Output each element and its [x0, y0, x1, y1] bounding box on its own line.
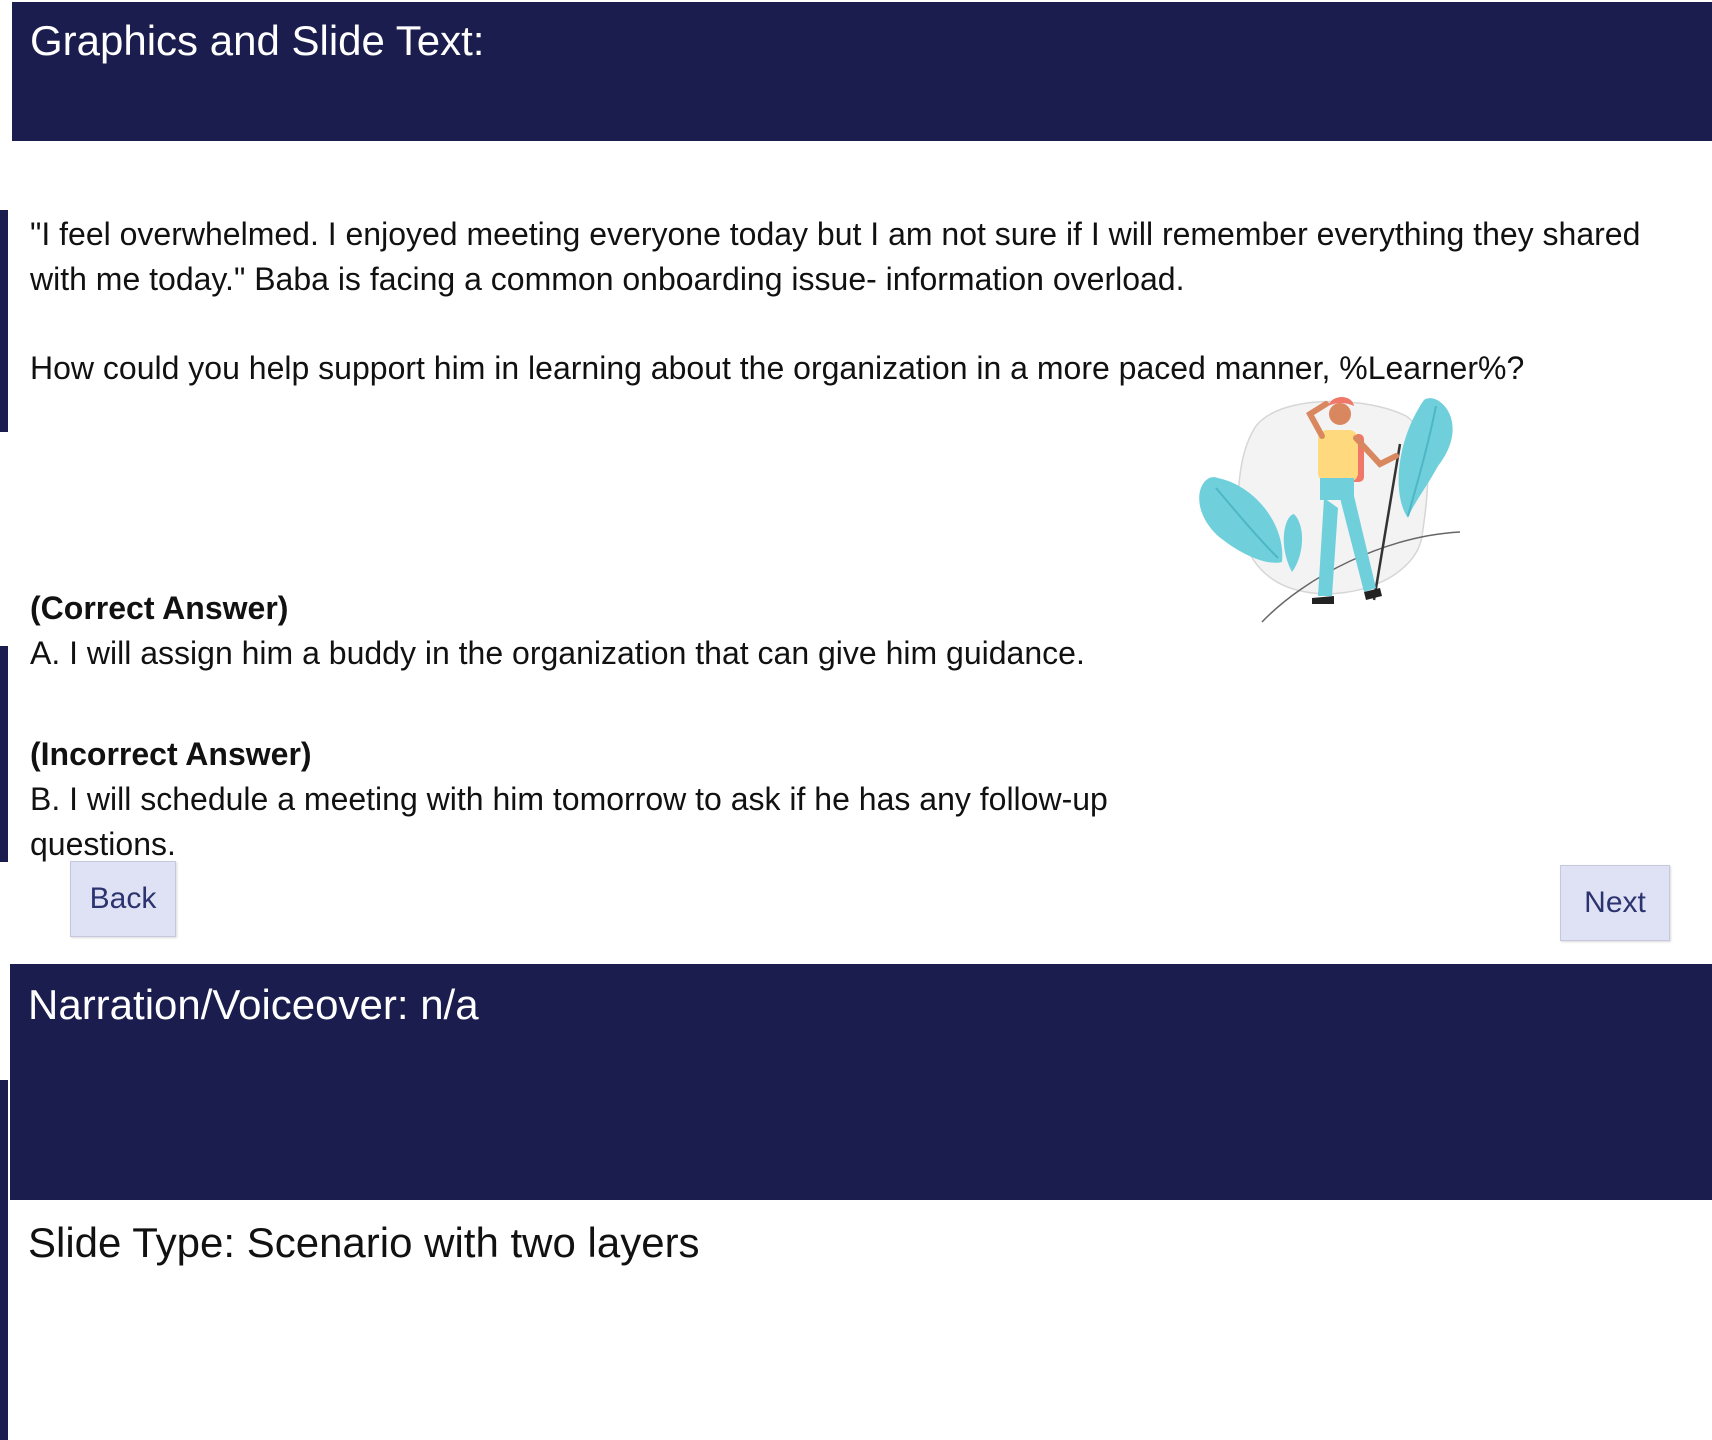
incorrect-answer-label: (Incorrect Answer): [30, 736, 312, 772]
answer-options: (Correct Answer) A. I will assign him a …: [30, 586, 1230, 867]
scenario-text: "I feel overwhelmed. I enjoyed meeting e…: [30, 212, 1670, 391]
graphics-header-title: Graphics and Slide Text:: [30, 17, 485, 64]
left-accent-bar: [0, 646, 8, 862]
slide-type-text: Slide Type: Scenario with two layers: [28, 1219, 700, 1266]
back-button[interactable]: Back: [70, 861, 176, 937]
correct-answer-label: (Correct Answer): [30, 590, 289, 626]
graphics-header-band: Graphics and Slide Text:: [12, 2, 1712, 141]
narration-title: Narration/Voiceover: n/a: [28, 981, 479, 1028]
next-button[interactable]: Next: [1560, 865, 1670, 941]
left-accent-bar: [0, 1080, 8, 1440]
scenario-quote: "I feel overwhelmed. I enjoyed meeting e…: [30, 216, 1641, 297]
hiker-with-walking-stick-icon: [1199, 397, 1461, 623]
narration-band: Narration/Voiceover: n/a: [10, 964, 1712, 1200]
left-accent-bar: [0, 210, 8, 432]
scenario-question: How could you help support him in learni…: [30, 350, 1525, 386]
answer-option-b: B. I will schedule a meeting with him to…: [30, 781, 1108, 862]
answer-option-a: A. I will assign him a buddy in the orga…: [30, 635, 1085, 671]
